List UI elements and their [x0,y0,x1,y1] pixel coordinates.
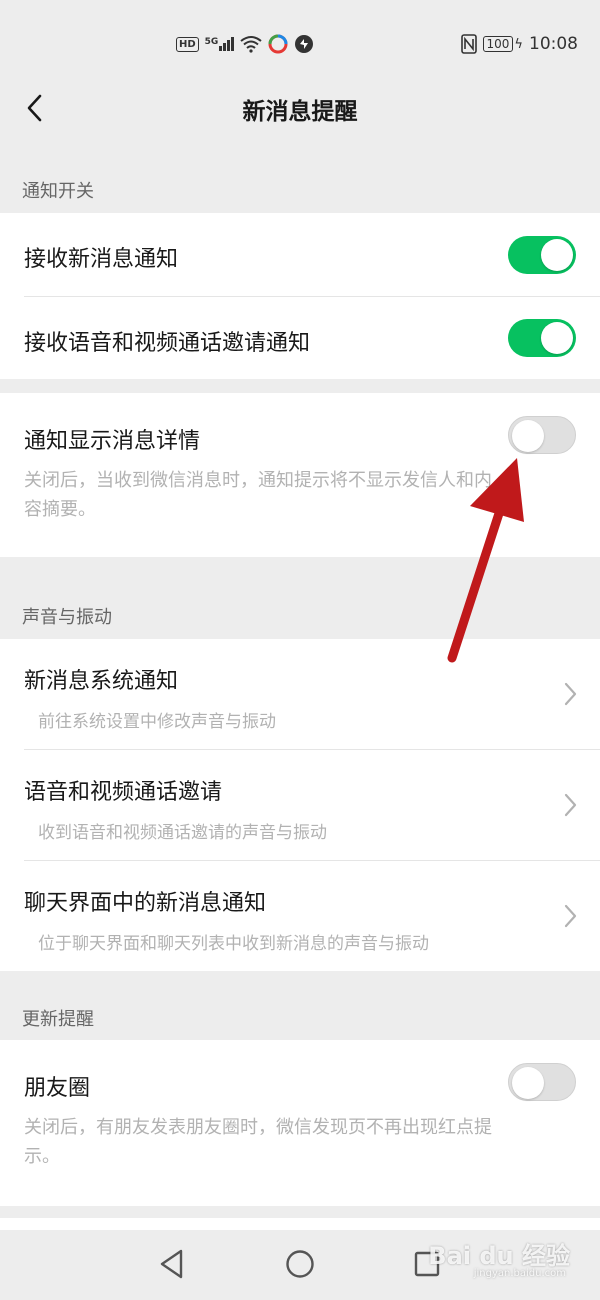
list-item-title: 语音和视频通话邀请 [24,780,223,805]
chevron-right-icon [564,682,577,706]
list-item-system-notification[interactable]: 新消息系统通知 前往系统设置中修改声音与振动 [0,639,600,749]
page-title: 新消息提醒 [242,99,358,125]
charging-icon: ϟ [514,36,523,52]
signal-icon: 5G [205,37,235,51]
section-label-update-reminder: 更新提醒 [22,1009,94,1030]
next-card-edge [0,1218,600,1230]
list-item-call-invite[interactable]: 语音和视频通话邀请 收到语音和视频通话邀请的声音与振动 [0,750,600,860]
show-details-description: 关闭后，当收到微信消息时，通知提示将不显示发信人和内 容摘要。 [24,466,584,524]
chevron-right-icon [564,904,577,928]
description-line: 关闭后，有朋友发表朋友圈时，微信发现页不再出现红点提 [24,1117,492,1138]
section-label-sound-vibration: 声音与振动 [22,607,112,628]
wifi-icon [240,36,262,53]
toggle-knob [512,1067,544,1099]
clock: 10:08 [529,34,578,54]
battery-icon: 100 [482,36,514,52]
toggle-knob [512,420,544,452]
description-line: 关闭后，当收到微信消息时，通知提示将不显示发信人和内 [24,470,492,491]
list-item-subtitle: 位于聊天界面和聊天列表中收到新消息的声音与振动 [38,934,429,954]
list-item-title: 聊天界面中的新消息通知 [24,891,267,916]
setting-row-receive-call: 接收语音和视频通话邀请通知 [0,297,600,379]
receive-call-label: 接收语音和视频通话邀请通知 [24,331,311,356]
app-notification-icon [268,34,288,54]
home-circle-icon[interactable] [285,1248,315,1280]
toggle-knob [541,322,573,354]
receive-new-label: 接收新消息通知 [24,247,179,272]
show-details-label: 通知显示消息详情 [24,429,201,454]
show-details-card: 通知显示消息详情 关闭后，当收到微信消息时，通知提示将不显示发信人和内 容摘要。 [0,393,600,557]
hd-icon: HD [176,36,199,52]
moments-toggle[interactable] [508,1063,576,1101]
moments-label: 朋友圈 [24,1076,91,1101]
receive-call-toggle[interactable] [508,319,576,357]
nfc-icon [460,34,477,54]
show-details-toggle[interactable] [508,416,576,454]
section-label-notify-switch: 通知开关 [22,181,94,202]
back-triangle-icon[interactable] [158,1248,186,1280]
setting-row-receive-new: 接收新消息通知 [0,213,600,297]
description-line: 示。 [24,1146,60,1167]
moments-card: 朋友圈 关闭后，有朋友发表朋友圈时，微信发现页不再出现红点提 示。 [0,1040,600,1206]
notify-switch-card: 接收新消息通知 接收语音和视频通话邀请通知 [0,213,600,379]
chevron-right-icon [564,793,577,817]
list-item-title: 新消息系统通知 [24,669,179,694]
list-item-chat-notification[interactable]: 聊天界面中的新消息通知 位于聊天界面和聊天列表中收到新消息的声音与振动 [0,861,600,971]
moments-description: 关闭后，有朋友发表朋友圈时，微信发现页不再出现红点提 示。 [24,1113,584,1171]
nav-bar: 新消息提醒 [0,70,600,146]
sync-app-icon [295,35,314,53]
toggle-knob [541,239,573,271]
sound-vibration-card: 新消息系统通知 前往系统设置中修改声音与振动 语音和视频通话邀请 收到语音和视频… [0,639,600,971]
receive-new-toggle[interactable] [508,236,576,274]
status-icons: HD 5G [176,32,314,56]
list-item-subtitle: 收到语音和视频通话邀请的声音与振动 [38,823,327,843]
watermark-logo: Bai du 经验 [428,1242,570,1270]
list-item-subtitle: 前往系统设置中修改声音与振动 [38,712,276,732]
watermark-url: jingyan.baidu.com [473,1268,566,1279]
status-right: 100 ϟ 10:08 [460,32,578,56]
description-line: 容摘要。 [24,499,96,520]
network-label: 5G [204,37,219,47]
